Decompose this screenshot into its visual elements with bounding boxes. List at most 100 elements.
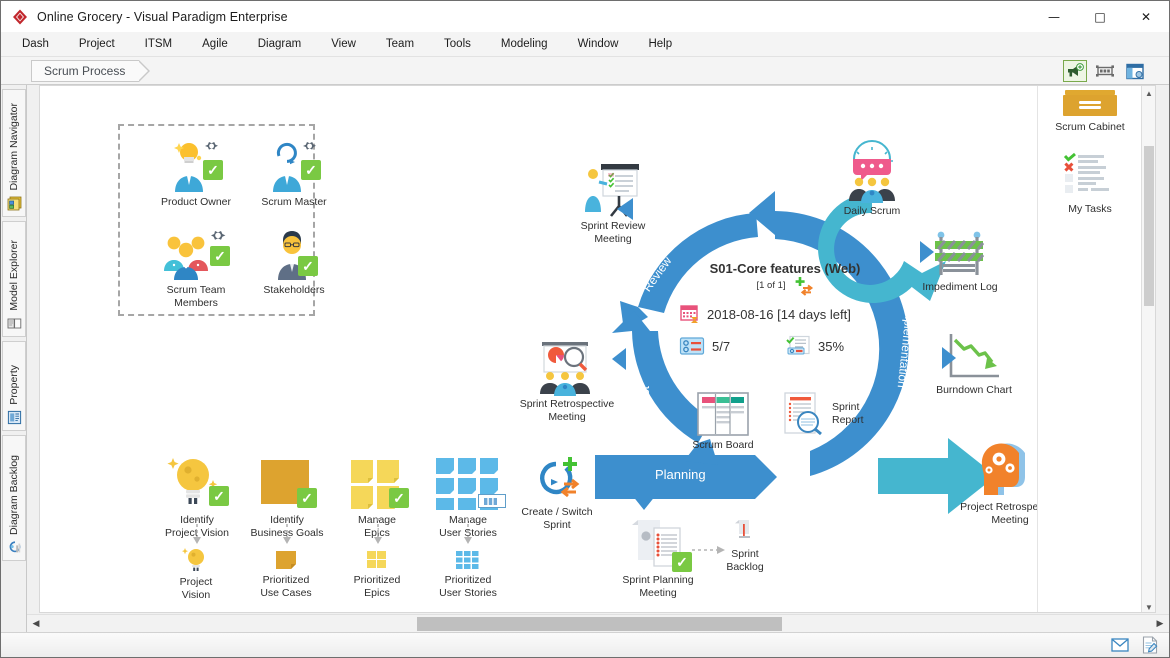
menu-item-dash[interactable]: Dash xyxy=(9,35,62,53)
scroll-up-arrow-icon[interactable]: ▲ xyxy=(1142,86,1156,100)
node-burndown-chart[interactable]: Burndown Chart xyxy=(910,332,1038,397)
small-note-icon xyxy=(272,548,300,572)
vertical-scroll-thumb[interactable] xyxy=(1144,146,1154,306)
node-scrum-team-members[interactable]: ✓ Scrum Team Members xyxy=(144,226,248,309)
node-impediment-log[interactable]: Impediment Log xyxy=(895,229,1025,294)
horizontal-scroll-thumb[interactable] xyxy=(417,617,782,631)
close-button[interactable]: ✕ xyxy=(1123,1,1169,32)
menu-item-tools[interactable]: Tools xyxy=(431,35,484,53)
tab-scrum-process[interactable]: Scrum Process xyxy=(31,60,139,82)
menu-item-itsm[interactable]: ITSM xyxy=(132,35,185,53)
sprint-report-icon xyxy=(781,391,827,437)
minimize-button[interactable]: — xyxy=(1031,1,1077,32)
window-controls: — □ ✕ xyxy=(1031,1,1169,32)
status-check-badge: ✓ xyxy=(298,256,318,276)
title-bar: Online Grocery - Visual Paradigm Enterpr… xyxy=(1,1,1169,32)
add-switch-sprint-icon[interactable] xyxy=(794,276,814,294)
node-sprint-review-meeting[interactable]: Sprint Review Meeting xyxy=(563,160,663,245)
canvas-horizontal-scrollbar[interactable]: ◀ ▶ xyxy=(27,614,1169,632)
node-stakeholders[interactable]: ✓ Stakeholders xyxy=(248,226,340,297)
menu-item-project[interactable]: Project xyxy=(66,35,128,53)
arrow-to-burndown-chart xyxy=(942,347,958,369)
menu-item-help[interactable]: Help xyxy=(635,35,685,53)
sidebar-item-property[interactable]: Property xyxy=(2,341,26,431)
yellow-notes-grid-icon: ✓ xyxy=(343,452,411,512)
film-strip-icon[interactable] xyxy=(1093,60,1117,82)
panel-layout-icon[interactable] xyxy=(1123,60,1147,82)
menu-item-diagram[interactable]: Diagram xyxy=(245,35,314,53)
document-tab-strip: Scrum Process xyxy=(1,57,1169,85)
status-check-badge: ✓ xyxy=(209,486,229,506)
node-scrum-master[interactable]: ✓ Scrum Master xyxy=(248,136,340,209)
status-check-badge: ✓ xyxy=(672,552,692,572)
node-sprint-planning-meeting[interactable]: ✓ Sprint Planning Meeting xyxy=(603,514,713,599)
sprint-retrospective-meeting-icon xyxy=(534,338,600,396)
my-tasks-icon xyxy=(1061,154,1119,198)
menu-item-modeling[interactable]: Modeling xyxy=(488,35,561,53)
menu-item-window[interactable]: Window xyxy=(565,35,632,53)
menu-item-team[interactable]: Team xyxy=(373,35,427,53)
node-label: Stakeholders xyxy=(248,284,340,297)
close-icon: ✕ xyxy=(1141,11,1151,23)
node-my-tasks[interactable]: My Tasks xyxy=(1038,154,1142,216)
menu-item-view[interactable]: View xyxy=(318,35,369,53)
scroll-left-arrow-icon[interactable]: ◀ xyxy=(27,615,45,632)
node-label: Prioritized User Stories xyxy=(422,574,514,599)
sidebar-item-model-explorer[interactable]: Model Explorer xyxy=(2,221,26,337)
message-envelope-icon[interactable] xyxy=(1109,634,1131,656)
sprint-info-panel: S01-Core features (Web) [1 of 1] xyxy=(665,261,905,357)
sidebar-item-diagram-navigator[interactable]: Diagram Navigator xyxy=(2,89,26,217)
sprint-tasks-count: 5/7 xyxy=(712,339,730,354)
scrum-board-icon xyxy=(696,391,750,437)
left-dock: Diagram Navigator Model Explorer xyxy=(1,85,27,634)
announcement-icon[interactable] xyxy=(1063,60,1087,82)
flow-arrow-down xyxy=(283,518,291,548)
progress-checklist-icon xyxy=(785,335,811,357)
node-label: Scrum Team Members xyxy=(144,284,248,309)
product-owner-icon: ✓ xyxy=(165,136,227,194)
cycle-band-label-retrospect: Retrospect xyxy=(638,386,652,444)
scroll-down-arrow-icon[interactable]: ▼ xyxy=(1142,600,1156,613)
status-check-badge: ✓ xyxy=(297,488,317,508)
menu-item-agile[interactable]: Agile xyxy=(189,35,241,53)
status-check-badge: ✓ xyxy=(210,246,230,266)
flow-arrow-down xyxy=(193,518,201,548)
scroll-right-arrow-icon[interactable]: ▶ xyxy=(1151,615,1169,632)
stakeholders-icon: ✓ xyxy=(264,226,324,282)
arrow-to-sprint-review xyxy=(615,198,633,220)
sidebar-item-label: Diagram Navigator xyxy=(8,103,20,191)
node-scrum-cabinet[interactable]: Scrum Cabinet xyxy=(1038,90,1142,134)
tab-label: Scrum Process xyxy=(44,64,125,78)
scrum-master-icon: ✓ xyxy=(263,136,325,194)
node-scrum-board[interactable]: Scrum Board xyxy=(678,391,768,452)
arrow-to-retrospective xyxy=(610,348,626,370)
node-daily-scrum[interactable]: Daily Scrum xyxy=(822,141,922,218)
canvas-vertical-scrollbar[interactable]: ▲ ▼ xyxy=(1141,86,1155,613)
node-prioritized-use-cases[interactable]: Prioritized Use Cases xyxy=(240,548,332,599)
diagram-canvas[interactable]: ✓ Product Owner ✓ Scrum M xyxy=(39,85,1156,613)
node-product-owner[interactable]: ✓ Product Owner xyxy=(150,136,242,209)
maximize-icon: □ xyxy=(1094,11,1105,23)
sprint-backlog-icon xyxy=(730,516,760,546)
sprint-review-meeting-icon xyxy=(581,160,645,218)
arrow-to-impediment xyxy=(920,241,936,263)
sidebar-item-label: Diagram Backlog xyxy=(8,455,20,535)
node-project-vision[interactable]: Project Vision xyxy=(150,546,242,601)
node-prioritized-epics[interactable]: Prioritized Epics xyxy=(332,548,422,599)
node-prioritized-user-stories[interactable]: Prioritized User Stories xyxy=(422,548,514,599)
tab-toolbar xyxy=(1063,60,1147,82)
node-label: Impediment Log xyxy=(895,281,1025,294)
node-sprint-report[interactable]: Sprint Report xyxy=(780,391,828,437)
canvas-area: ✓ Product Owner ✓ Scrum M xyxy=(27,85,1169,634)
sprint-progress: 35% xyxy=(818,339,844,354)
node-sprint-backlog[interactable]: Sprint Backlog xyxy=(707,516,783,573)
note-pencil-icon[interactable] xyxy=(1139,634,1161,656)
calendar-icon xyxy=(679,303,701,325)
maximize-button[interactable]: □ xyxy=(1077,1,1123,32)
arrow-to-impediment-log xyxy=(933,271,949,293)
sidebar-item-diagram-backlog[interactable]: Diagram Backlog xyxy=(2,435,26,561)
vp-diamond-logo-icon xyxy=(11,8,29,26)
project-retrospective-meeting-icon xyxy=(975,441,1045,499)
sidebar-item-label: Property xyxy=(8,365,20,405)
node-label: Sprint Backlog xyxy=(707,548,783,573)
